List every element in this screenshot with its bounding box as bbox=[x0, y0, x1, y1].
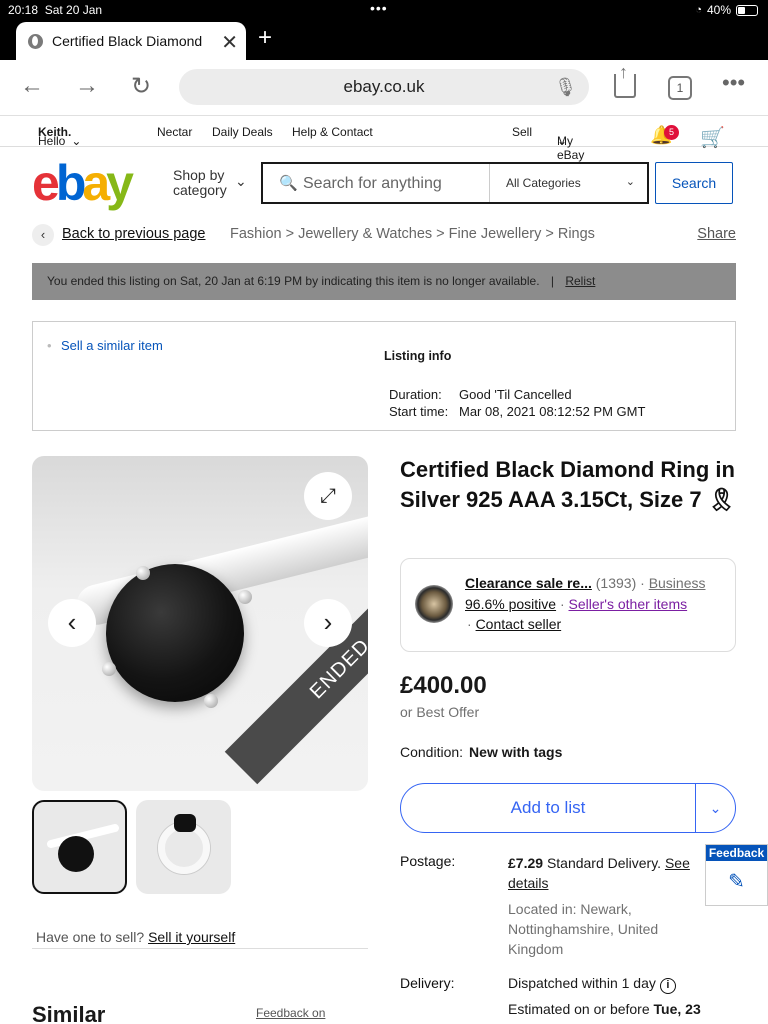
black-diamond bbox=[106, 564, 244, 702]
postage-info: £7.29 Standard Delivery. See details bbox=[508, 855, 690, 891]
delivery-label: Delivery: bbox=[400, 975, 455, 991]
info-icon[interactable]: i bbox=[659, 978, 676, 994]
help-contact-link[interactable]: Help & Contact bbox=[292, 125, 373, 139]
item-location: Located in: Newark, Nottinghamshire, Uni… bbox=[508, 901, 659, 957]
ebay-logo[interactable]: ebay bbox=[32, 158, 134, 208]
new-tab-icon[interactable]: + bbox=[258, 24, 272, 52]
thumb-gem bbox=[174, 814, 196, 832]
sell-it-yourself-link[interactable]: Sell it yourself bbox=[148, 929, 235, 945]
back-to-previous-link[interactable]: Back to previous page bbox=[62, 226, 205, 242]
sell-link[interactable]: Sell bbox=[512, 125, 532, 139]
back-arrow-icon[interactable]: ← bbox=[20, 72, 44, 100]
thumbnail-1[interactable] bbox=[32, 800, 127, 894]
microphone-icon[interactable]: 🎙 bbox=[554, 69, 577, 105]
listing-details: Duration: Good 'Til Cancelled Start time:… bbox=[389, 387, 646, 419]
battery-icon bbox=[736, 4, 758, 16]
prong bbox=[238, 590, 252, 604]
listing-info-box: Sell a similar item Listing info Duratio… bbox=[32, 321, 736, 431]
shop-by-category[interactable]: Shop by category ⌄ bbox=[173, 168, 247, 198]
browser-tab-bar: Certified Black Diamond ✕ + bbox=[0, 20, 768, 60]
product-title: Certified Black Diamond Ring in Silver 9… bbox=[400, 457, 736, 512]
search-box[interactable]: 🔍 Search for anything All Categories ⌄ bbox=[261, 162, 649, 204]
expand-icon[interactable]: ⤢ bbox=[304, 472, 352, 520]
listing-info-title: Listing info bbox=[384, 349, 452, 363]
feedback-form-icon: ✎ bbox=[728, 871, 745, 893]
chevron-left-icon[interactable]: ‹ bbox=[32, 224, 54, 246]
browser-toolbar: ← → ↻ ebay.co.uk 🎙 1 ••• bbox=[0, 60, 768, 116]
thumbnail-2[interactable] bbox=[136, 800, 231, 894]
have-one-to-sell: Have one to sell? Sell it yourself bbox=[36, 929, 236, 945]
estimated-delivery: Estimated on or before Tue, 23 bbox=[508, 1001, 701, 1017]
status-right: ◔ 40% bbox=[695, 3, 758, 17]
chevron-down-icon: ⌄ bbox=[625, 176, 635, 188]
main-product-image[interactable]: ENDED ⤢ ‹ › bbox=[32, 456, 368, 791]
wifi-icon: ◔ bbox=[695, 4, 702, 16]
seller-line-2: 96.6% positive · Seller's other items bbox=[465, 596, 688, 612]
browser-tab[interactable]: Certified Black Diamond ✕ bbox=[16, 22, 246, 60]
hello-user[interactable]: Hello Keith. ⌄ bbox=[38, 125, 81, 148]
add-to-list-button[interactable]: Add to list ⌄ bbox=[400, 783, 736, 833]
breadcrumb: ‹ Back to previous page Fashion > Jewell… bbox=[32, 224, 736, 246]
best-offer-text: or Best Offer bbox=[400, 704, 480, 720]
prong bbox=[204, 694, 218, 708]
relist-link[interactable]: Relist bbox=[565, 274, 595, 288]
chevron-down-icon: ⌄ bbox=[235, 173, 247, 189]
close-tab-icon[interactable]: ✕ bbox=[221, 30, 238, 55]
search-input[interactable]: Search for anything bbox=[303, 175, 442, 193]
nectar-link[interactable]: Nectar bbox=[157, 125, 192, 139]
tab-count-button[interactable]: 1 bbox=[668, 76, 692, 100]
condition: Condition: New with tags bbox=[400, 744, 563, 760]
search-button[interactable]: Search bbox=[655, 162, 733, 204]
positive-feedback-link[interactable]: 96.6% positive bbox=[465, 596, 556, 612]
chevron-down-icon: ⌄ bbox=[71, 134, 82, 148]
multitask-dots-icon[interactable]: ••• bbox=[370, 0, 388, 16]
reload-icon[interactable]: ↻ bbox=[131, 72, 151, 101]
separator: | bbox=[550, 274, 554, 288]
prong bbox=[136, 566, 150, 580]
ended-message: You ended this listing on Sat, 20 Jan at… bbox=[47, 274, 540, 288]
address-bar[interactable]: ebay.co.uk 🎙 bbox=[179, 69, 589, 105]
price: £400.00 bbox=[400, 672, 487, 699]
thumb-gem bbox=[58, 836, 94, 872]
listing-ended-banner: You ended this listing on Sat, 20 Jan at… bbox=[32, 263, 736, 300]
previous-image-button[interactable]: ‹ bbox=[48, 599, 96, 647]
next-image-button[interactable]: › bbox=[304, 599, 352, 647]
url-text: ebay.co.uk bbox=[343, 77, 425, 96]
tab-title: Certified Black Diamond bbox=[52, 33, 203, 49]
contact-seller-link[interactable]: Contact seller bbox=[476, 616, 562, 632]
seller-line-1: Clearance sale re... (1393) · Business bbox=[465, 575, 706, 591]
chevron-down-icon[interactable]: ⌄ bbox=[695, 784, 735, 832]
dispatch-info: Dispatched within 1 day i bbox=[508, 975, 676, 994]
postage-label: Postage: bbox=[400, 853, 456, 869]
notification-badge: 5 bbox=[664, 125, 679, 140]
more-options-icon[interactable]: ••• bbox=[722, 70, 745, 96]
ebay-top-nav: Hello Keith. ⌄ Nectar Daily Deals Help &… bbox=[0, 116, 768, 162]
sell-similar-link[interactable]: Sell a similar item bbox=[47, 338, 163, 353]
category-select[interactable]: All Categories ⌄ bbox=[489, 164, 649, 202]
seller-avatar[interactable] bbox=[415, 585, 453, 623]
seller-card: Clearance sale re... (1393) · Business 9… bbox=[400, 558, 736, 652]
seller-line-3: · Contact seller bbox=[467, 616, 562, 632]
battery-percent: 40% bbox=[706, 3, 731, 17]
chevron-down-icon: ⌄ bbox=[557, 134, 568, 148]
search-icon: 🔍 bbox=[279, 175, 298, 192]
category-path[interactable]: Fashion > Jewellery & Watches > Fine Jew… bbox=[230, 226, 595, 242]
daily-deals-link[interactable]: Daily Deals bbox=[212, 125, 273, 139]
cart-icon[interactable]: 🛒 bbox=[700, 125, 725, 150]
seller-name-link[interactable]: Clearance sale re... bbox=[465, 575, 592, 591]
globe-icon bbox=[28, 33, 43, 49]
share-link[interactable]: Share bbox=[697, 226, 736, 242]
feedback-on-link[interactable]: Feedback on bbox=[256, 1006, 325, 1020]
status-bar: 20:18 Sat 20 Jan ••• ◔ 40% bbox=[0, 0, 768, 20]
forward-arrow-icon[interactable]: → bbox=[75, 72, 99, 100]
divider bbox=[32, 948, 368, 949]
status-time: 20:18 Sat 20 Jan bbox=[8, 3, 103, 17]
share-icon[interactable] bbox=[614, 62, 636, 98]
feedback-tab[interactable]: Feedback ✎ bbox=[705, 844, 768, 906]
business-link[interactable]: Business bbox=[649, 575, 706, 591]
sellers-other-items-link[interactable]: Seller's other items bbox=[569, 596, 688, 612]
similar-heading: Similar bbox=[32, 1002, 106, 1024]
prong bbox=[102, 662, 116, 676]
ended-ribbon: ENDED bbox=[224, 553, 368, 785]
